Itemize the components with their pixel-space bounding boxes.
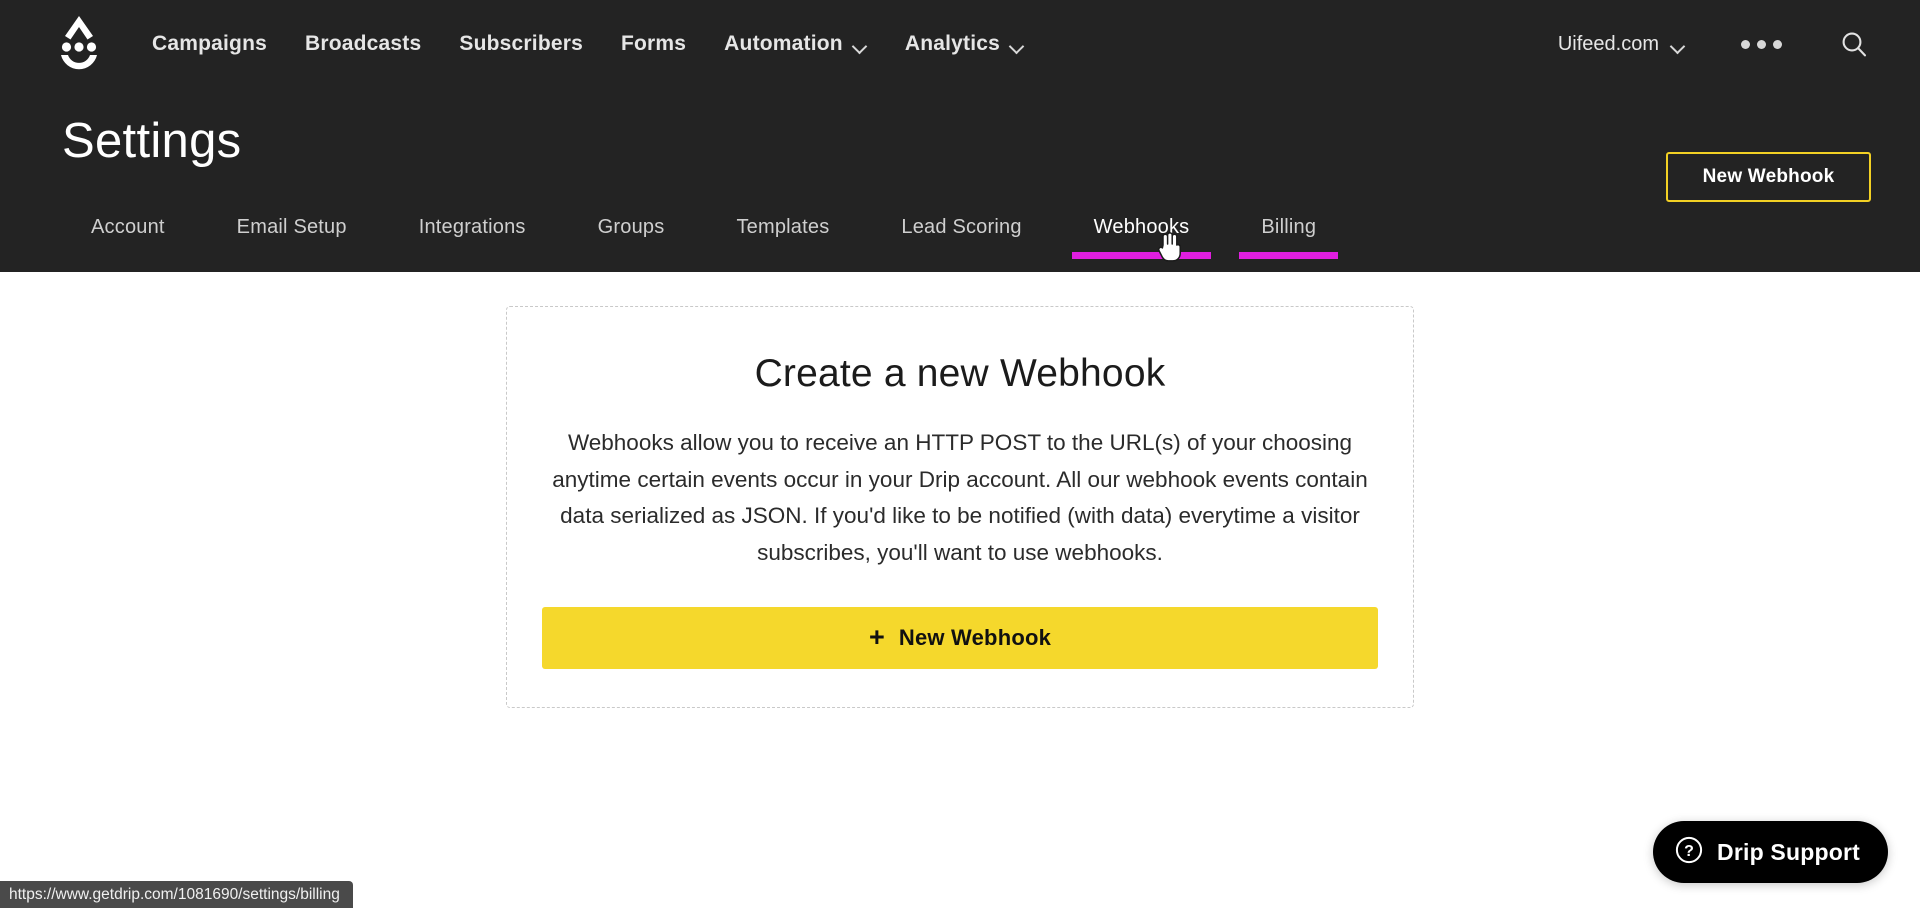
new-webhook-primary-button[interactable]: + New Webhook <box>542 607 1378 669</box>
nav-links: Campaigns Broadcasts Subscribers Forms A… <box>152 0 1062 88</box>
tab-integrations[interactable]: Integrations <box>419 216 526 259</box>
nav-item-campaigns[interactable]: Campaigns <box>152 32 267 56</box>
account-switcher[interactable]: Uifeed.com <box>1558 33 1685 56</box>
tab-groups[interactable]: Groups <box>598 216 665 259</box>
nav-item-label: Automation <box>724 32 843 55</box>
nav-item-label: Campaigns <box>152 32 267 55</box>
svg-text:?: ? <box>1684 843 1694 860</box>
status-bar-url: https://www.getdrip.com/1081690/settings… <box>0 881 353 908</box>
card-title: Create a new Webhook <box>754 352 1166 395</box>
plus-icon: + <box>868 621 885 652</box>
chevron-down-icon <box>854 41 867 49</box>
tab-templates[interactable]: Templates <box>736 216 829 259</box>
dot <box>1773 39 1782 49</box>
nav-item-label: Forms <box>620 32 687 55</box>
page-root: Campaigns Broadcasts Subscribers Forms A… <box>0 0 1920 908</box>
account-name: Uifeed.com <box>1557 32 1659 55</box>
top-navigation-bar: Campaigns Broadcasts Subscribers Forms A… <box>0 0 1920 88</box>
nav-item-automation[interactable]: Automation <box>724 32 867 56</box>
main-content: Create a new Webhook Webhooks allow you … <box>0 272 1920 908</box>
dark-header-region: Campaigns Broadcasts Subscribers Forms A… <box>0 0 1920 272</box>
chevron-down-icon <box>1011 41 1024 49</box>
card-description: Webhooks allow you to receive an HTTP PO… <box>552 430 1368 565</box>
tab-email-setup[interactable]: Email Setup <box>237 216 347 259</box>
nav-item-analytics[interactable]: Analytics <box>905 32 1024 56</box>
drip-support-button[interactable]: ? Drip Support <box>1653 821 1888 883</box>
new-webhook-primary-label: New Webhook <box>898 625 1052 650</box>
chevron-down-icon <box>1672 41 1685 49</box>
nav-item-label: Analytics <box>904 32 1001 55</box>
dot <box>1741 39 1750 49</box>
tab-webhooks[interactable]: Webhooks <box>1071 216 1212 259</box>
nav-item-label: Broadcasts <box>305 32 422 55</box>
create-webhook-card: Create a new Webhook Webhooks allow you … <box>506 306 1414 708</box>
drip-support-label: Drip Support <box>1717 838 1860 865</box>
nav-item-forms[interactable]: Forms <box>621 32 686 56</box>
new-webhook-header-button[interactable]: New Webhook <box>1666 152 1871 202</box>
tab-lead-scoring[interactable]: Lead Scoring <box>901 216 1021 259</box>
tab-account[interactable]: Account <box>91 216 165 259</box>
search-icon[interactable] <box>1840 30 1868 58</box>
settings-tabs: Account Email Setup Integrations Groups … <box>0 216 1920 272</box>
nav-item-label: Subscribers <box>459 32 583 55</box>
tab-billing[interactable]: Billing <box>1239 216 1338 259</box>
more-dots-icon[interactable] <box>1741 39 1782 49</box>
dot <box>1757 39 1766 49</box>
question-circle-icon: ? <box>1675 836 1703 869</box>
nav-right-cluster: Uifeed.com <box>1558 0 1920 88</box>
nav-item-broadcasts[interactable]: Broadcasts <box>305 32 421 56</box>
page-title: Settings <box>62 114 242 168</box>
nav-item-subscribers[interactable]: Subscribers <box>459 32 583 56</box>
drip-logo-icon[interactable] <box>55 14 103 72</box>
